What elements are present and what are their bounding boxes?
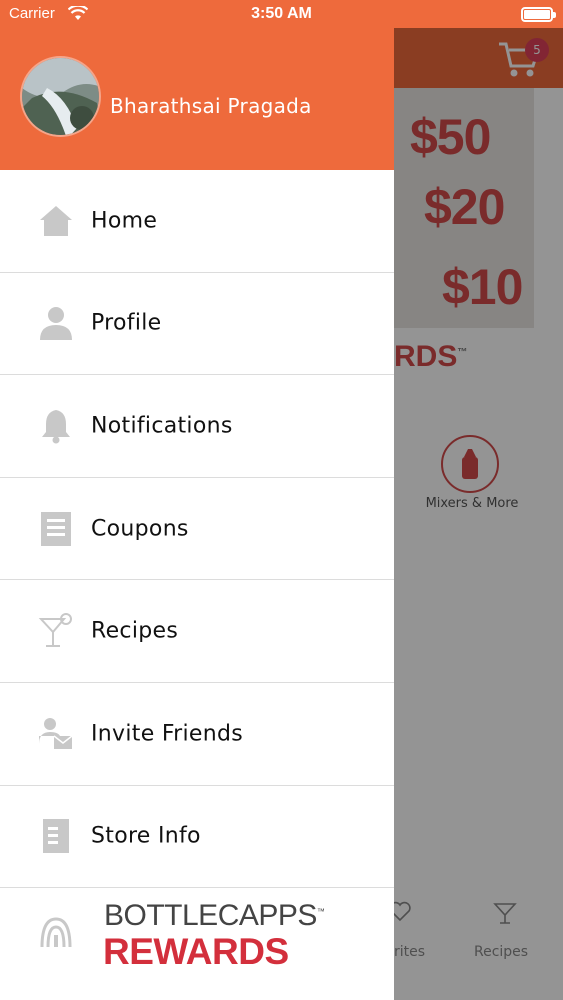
- menu-item-label: Invite Friends: [91, 721, 244, 747]
- menu-item-store-info[interactable]: Store Info: [0, 786, 394, 889]
- avatar[interactable]: [20, 56, 101, 137]
- clock: 3:50 AM: [251, 5, 312, 22]
- battery-icon: [521, 7, 556, 22]
- menu-item-profile[interactable]: Profile: [0, 273, 394, 376]
- menu-item-label: Notifications: [91, 413, 233, 439]
- avatar-image: [22, 58, 99, 135]
- navigation-drawer: Bharathsai Pragada Home Profile Notifica…: [0, 0, 394, 1000]
- menu-item-label: Coupons: [91, 516, 189, 542]
- document-icon: [38, 818, 74, 854]
- invite-icon: [38, 716, 74, 752]
- menu-item-coupons[interactable]: Coupons: [0, 478, 394, 581]
- cocktail-icon: [38, 613, 74, 649]
- drawer-menu: Home Profile Notifications Coupons Recip…: [0, 170, 394, 889]
- person-icon: [38, 305, 74, 341]
- status-bar: Carrier 3:50 AM: [0, 0, 563, 28]
- coupon-icon: [38, 511, 74, 547]
- menu-item-recipes[interactable]: Recipes: [0, 580, 394, 683]
- menu-item-invite-friends[interactable]: Invite Friends: [0, 683, 394, 786]
- bottlecapps-logo: BOTTLECAPPS™: [104, 899, 325, 933]
- trademark: ™: [316, 907, 325, 916]
- bottlecap-icon: [40, 917, 72, 948]
- menu-item-label: Recipes: [91, 618, 179, 644]
- menu-item-label: Store Info: [91, 823, 201, 849]
- bell-icon: [38, 408, 74, 444]
- menu-item-notifications[interactable]: Notifications: [0, 375, 394, 478]
- logo-text: BOTTLECAPPS: [104, 899, 317, 932]
- menu-item-label: Home: [91, 208, 158, 234]
- rewards-logo: REWARDS: [103, 931, 289, 972]
- menu-item-label: Profile: [91, 310, 162, 336]
- user-name: Bharathsai Pragada: [110, 94, 312, 118]
- home-icon: [38, 203, 74, 239]
- drawer-footer: BOTTLECAPPS™ REWARDS: [0, 883, 394, 1000]
- menu-item-home[interactable]: Home: [0, 170, 394, 273]
